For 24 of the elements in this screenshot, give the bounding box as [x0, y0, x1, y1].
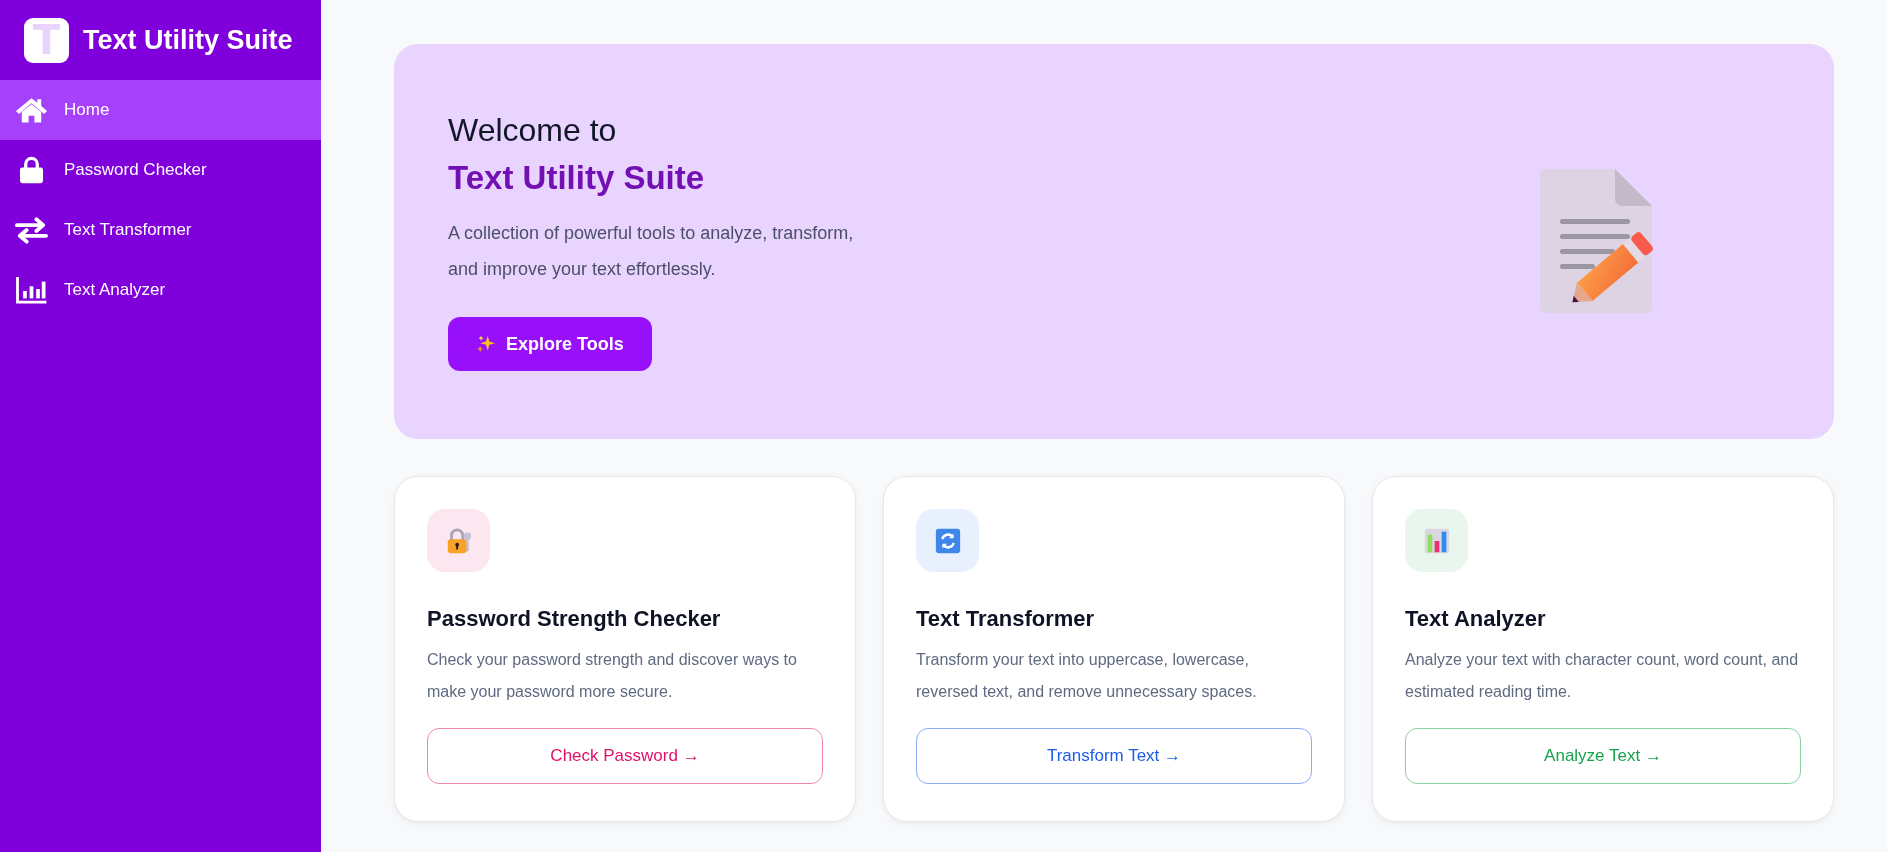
card-description: Transform your text into uppercase, lowercase, reversed text, and remove unnecessary spaces.	[916, 650, 1258, 702]
bar-chart-icon	[15, 276, 48, 304]
app-title: Text Utility Suite	[83, 24, 293, 56]
card-title: Text Analyzer	[1405, 606, 1547, 632]
hero-greeting: Welcome to	[448, 112, 617, 149]
card-action-button[interactable]: Check Password →	[427, 728, 823, 784]
hero-description: A collection of powerful tools to analyze, transform, and improve your text effortlessly.	[448, 222, 855, 281]
swap-arrows-icon	[15, 216, 48, 244]
home-icon	[15, 96, 48, 124]
explore-button[interactable]: Explore Tools	[448, 317, 652, 371]
nav-item[interactable]: Text Analyzer	[0, 260, 321, 320]
card-description: Analyze your text with character count, word count, and estimated reading time.	[1405, 650, 1800, 702]
card-title: Password Strength Checker	[427, 606, 722, 632]
card-action-button[interactable]: Transform Text →	[916, 728, 1312, 784]
sparkles-icon	[476, 334, 496, 354]
refresh-icon	[933, 526, 962, 555]
nav-item[interactable]: Password Checker	[0, 140, 321, 200]
card-description: Check your password strength and discover ways to make your password more secure.	[427, 650, 798, 702]
hero-title: Text Utility Suite	[448, 159, 705, 197]
nav-item[interactable]: Home	[0, 80, 321, 140]
nav-item[interactable]: Text Transformer	[0, 200, 321, 260]
card-action-button[interactable]: Analyze Text →	[1405, 728, 1801, 784]
bar-chart-icon	[1422, 526, 1451, 555]
card-title: Text Transformer	[916, 606, 1096, 632]
